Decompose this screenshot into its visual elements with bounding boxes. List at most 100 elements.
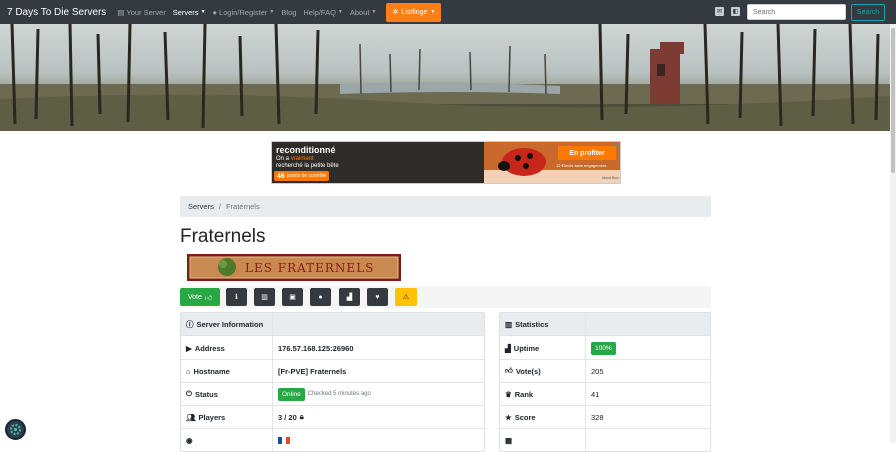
caret-down-icon: ▼ (200, 9, 206, 15)
table-row: 👍︎ Vote(s) 205 (500, 360, 710, 383)
ad-close-icon[interactable]: ✕ (613, 142, 620, 149)
user-icon: ● (212, 7, 218, 17)
comments-button[interactable]: ● (310, 288, 331, 306)
table-row: ▶ Address 176.57.168.125:26960 (181, 337, 484, 360)
players-label: 👥︎ Players (186, 412, 226, 422)
steam-icon[interactable]: ◧ (731, 7, 740, 16)
uptime-label: ▟ Uptime (505, 343, 540, 353)
statistics-card: ▥ Statistics ▟ Uptime 100% 👍︎ Vote(s) 205 … (499, 312, 711, 452)
status-label: ⏻ Status (186, 389, 218, 399)
nav-blog[interactable]: Blog (281, 8, 296, 17)
nav-help-faq[interactable]: Help/FAQ ▼ (303, 8, 342, 17)
status-checked-note: Checked 5 minutes ago (307, 391, 371, 397)
statistics-button[interactable]: ▥ (254, 288, 275, 306)
image-icon: ▣ (289, 294, 296, 301)
search-button[interactable]: Search (851, 4, 885, 21)
score-value: 328 (591, 412, 604, 422)
favorite-button[interactable]: ♥ (367, 288, 388, 306)
hero-banner-image (0, 24, 890, 131)
votes-label: 👍︎ Vote(s) (505, 366, 541, 376)
breadcrumb: Servers / Fraternels (180, 196, 711, 217)
votes-value: 205 (591, 366, 604, 376)
gear-icon (10, 424, 21, 435)
report-button[interactable]: ⚠ (395, 288, 417, 306)
ad-line1: On a vraiment (276, 156, 314, 162)
floating-widget-button[interactable] (5, 419, 26, 440)
info-icon: ℹ (235, 294, 238, 301)
ad-line2: recherché la petite bête (276, 163, 339, 169)
power-icon: ⏻ (186, 389, 192, 398)
site-brand[interactable]: 7 Days To Die Servers (7, 7, 106, 18)
nav-your-server[interactable]: ▤ Your Server (117, 8, 165, 17)
star-icon: ★ (505, 412, 512, 422)
address-value[interactable]: 176.57.168.125:26960 (278, 344, 354, 353)
rank-label: ♛ Rank (505, 389, 534, 399)
caret-down-icon: ▼ (269, 9, 275, 15)
heart-icon: ♥ (375, 293, 380, 301)
next-stat-label-partial: ▦ (505, 436, 512, 445)
caret-down-icon: ▼ (430, 9, 436, 15)
players-value: 3 / 20 🔒︎ (278, 412, 304, 422)
calendar-icon: ▦ (505, 436, 513, 445)
nav-servers[interactable]: Servers ▼ (173, 8, 206, 17)
server-icon: ▤ (117, 7, 125, 17)
caret-down-icon: ▼ (371, 9, 377, 15)
table-row: ★ Score 328 (500, 406, 710, 429)
search-input[interactable] (747, 4, 846, 20)
thumbs-up-icon: 👍︎ (505, 366, 513, 375)
table-row: ♛ Rank 41 (500, 383, 710, 406)
info-button[interactable]: ℹ (226, 288, 247, 306)
status-badge: Online (278, 387, 305, 401)
uptime-badge: 100% (591, 341, 616, 355)
breadcrumb-separator: / (218, 202, 221, 211)
lock-icon: 🔒︎ (299, 412, 304, 421)
ad-cta-button[interactable]: En profiter (558, 146, 616, 160)
location-label-partial: ◉ (186, 436, 193, 445)
address-label: ▶ Address (186, 343, 225, 353)
users-icon: 👥︎ (186, 412, 196, 422)
info-circle-icon: ⓘ (186, 319, 194, 329)
hostname-label: ⌂ Hostname (186, 366, 230, 376)
nav-login-register[interactable]: ● Login/Register ▼ (213, 8, 275, 17)
page-title: Fraternels (180, 226, 266, 247)
home-icon: ⌂ (186, 366, 191, 376)
cogs-icon: ✲ (392, 9, 399, 16)
breadcrumb-current: Fraternels (225, 202, 260, 211)
images-button[interactable]: ▣ (282, 288, 303, 306)
breadcrumb-servers-link[interactable]: Servers (188, 202, 214, 211)
twitter-icon[interactable]: ✉ (715, 7, 724, 16)
statistics-header: ▥ Statistics (500, 313, 710, 336)
signal-icon: ▟ (505, 343, 511, 353)
ad-small-text: 12 €/mois sans engagement (556, 163, 607, 168)
table-row: ⌂ Hostname [Fr-PVE] Fraternels (181, 360, 484, 383)
table-row: ◉ (181, 429, 484, 451)
ad-left-panel: reconditionné On a vraiment recherché la… (272, 142, 484, 183)
play-icon: ▶ (186, 343, 192, 353)
nav-about[interactable]: About ▼ (350, 8, 377, 17)
rank-value: 41 (591, 389, 600, 399)
globe-icon: ◉ (186, 436, 193, 445)
table-row: ⏻ Status Online Checked 5 minutes ago (181, 383, 484, 406)
table-row: ▟ Uptime 100% (500, 337, 710, 360)
server-information-header: ⓘ Server Information (181, 313, 484, 336)
server-banner-image: LES FRATERNELS (187, 254, 401, 281)
bar-chart-icon: ▥ (261, 294, 268, 301)
trophy-icon: ♛ (505, 389, 512, 399)
vote-button[interactable]: Vote 👍︎ (180, 288, 220, 306)
score-label: ★ Score (505, 412, 536, 422)
server-action-bar: Vote 👍︎ ℹ ▥ ▣ ● ▟ ♥ ⚠ (180, 286, 711, 308)
signal-button[interactable]: ▟ (339, 288, 360, 306)
page-scrollbar[interactable] (890, 24, 896, 443)
status-value: Online Checked 5 minutes ago (278, 387, 371, 401)
table-row: ▦ (500, 429, 710, 451)
caret-down-icon: ▼ (337, 9, 343, 15)
listing-dropdown-button[interactable]: ✲ Listfinge ▼ (386, 2, 442, 22)
ad-logo: reconditionné (276, 145, 336, 155)
ad-brand: Ideal·Box (602, 175, 619, 180)
warning-icon: ⚠ (402, 294, 410, 301)
signal-icon: ▟ (346, 294, 353, 301)
thumbs-up-icon: 👍︎ (204, 294, 213, 302)
comments-icon: ● (318, 293, 323, 301)
scrollbar-thumb[interactable] (891, 28, 895, 173)
advertisement[interactable]: reconditionné On a vraiment recherché la… (271, 141, 621, 184)
